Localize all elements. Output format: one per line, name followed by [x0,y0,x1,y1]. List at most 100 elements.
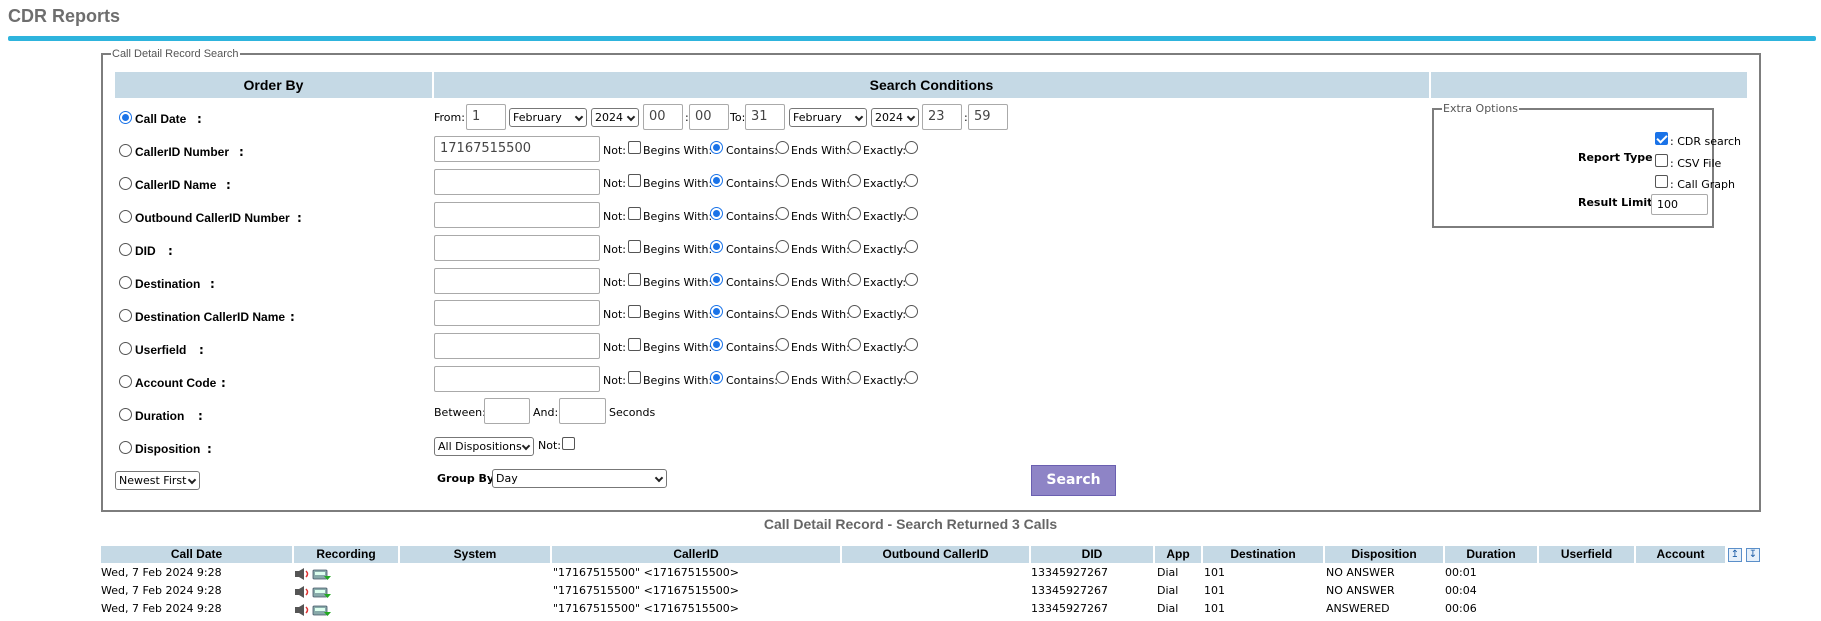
to-minute-input[interactable]: 59 [968,104,1008,130]
did-contains-radio[interactable] [710,240,723,253]
to-month-select[interactable]: February [789,108,867,127]
order-by-radio-call-date[interactable] [119,111,132,124]
order-by-radio-userfield[interactable] [119,342,132,355]
column-header-app[interactable]: App [1155,546,1201,563]
destination-callerid-name-not-checkbox[interactable] [628,305,641,318]
did-exactly-radio[interactable] [848,240,861,253]
userfield-input[interactable] [434,333,600,359]
callerid-name-input[interactable] [434,169,600,195]
outbound-callerid-number-exactly-radio[interactable] [848,207,861,220]
userfield-exactly-radio[interactable] [848,338,861,351]
did-not-checkbox[interactable] [628,240,641,253]
column-header-outbound-callerid[interactable]: Outbound CallerID [842,546,1029,563]
callerid-name-exactly-radio[interactable] [848,174,861,187]
column-header-call-date[interactable]: Call Date [101,546,292,563]
order-by-radio-account-code[interactable] [119,375,132,388]
download-icon[interactable] [312,569,331,580]
column-header-destination[interactable]: Destination [1203,546,1323,563]
order-by-radio-outbound-callerid-number[interactable] [119,210,132,223]
destination-input[interactable] [434,268,600,294]
destination-contains-radio[interactable] [710,273,723,286]
callerid-number-exactly-radio[interactable] [848,141,861,154]
sort-ascending-icon[interactable]: ↥ [1728,548,1742,562]
order-by-radio-destination-callerid-name[interactable] [119,309,132,322]
destination-callerid-name-exact-match-radio[interactable] [905,305,918,318]
column-header-userfield[interactable]: Userfield [1539,546,1634,563]
account-code-exactly-radio[interactable] [848,371,861,384]
destination-exactly-radio[interactable] [848,273,861,286]
callerid-name-ends-with-radio[interactable] [776,174,789,187]
did-input[interactable] [434,235,600,261]
userfield-ends-with-radio[interactable] [776,338,789,351]
column-header-disposition[interactable]: Disposition [1325,546,1443,563]
userfield-contains-radio[interactable] [710,338,723,351]
to-day-input[interactable]: 31 [745,104,785,130]
destination-callerid-name-ends-with-radio[interactable] [776,305,789,318]
search-button[interactable]: Search [1031,465,1116,496]
duration-min-input[interactable] [484,398,530,424]
callerid-number-contains-radio[interactable] [710,141,723,154]
report-type-checkbox-0[interactable] [1655,132,1668,145]
from-minute-input[interactable]: 00 [689,104,729,130]
from-day-input[interactable]: 1 [466,104,506,130]
account-code-not-checkbox[interactable] [628,371,641,384]
account-code-contains-radio[interactable] [710,371,723,384]
account-code-exact-match-radio[interactable] [905,371,918,384]
did-exact-match-radio[interactable] [905,240,918,253]
order-by-radio-callerid-name[interactable] [119,177,132,190]
callerid-number-input[interactable]: 17167515500 [434,136,600,162]
outbound-callerid-number-not-checkbox[interactable] [628,207,641,220]
destination-callerid-name-exactly-radio[interactable] [848,305,861,318]
destination-ends-with-radio[interactable] [776,273,789,286]
column-header-duration[interactable]: Duration [1445,546,1537,563]
outbound-callerid-number-contains-radio[interactable] [710,207,723,220]
report-type-checkbox-1[interactable] [1655,154,1668,167]
to-hour-input[interactable]: 23 [922,104,962,130]
account-code-input[interactable] [434,366,600,392]
destination-exact-match-radio[interactable] [905,273,918,286]
outbound-callerid-number-exact-match-radio[interactable] [905,207,918,220]
group-by-select[interactable]: Day [492,469,667,488]
callerid-number-ends-with-radio[interactable] [776,141,789,154]
sort-descending-icon[interactable]: ↧ [1746,548,1760,562]
destination-callerid-name-input[interactable] [434,300,600,326]
userfield-not-checkbox[interactable] [628,338,641,351]
outbound-callerid-number-ends-with-radio[interactable] [776,207,789,220]
speaker-icon[interactable] [295,604,309,616]
result-limit-input[interactable]: 100 [1651,194,1708,215]
download-icon[interactable] [312,605,331,616]
userfield-exact-match-radio[interactable] [905,338,918,351]
column-header-system[interactable]: System [400,546,550,563]
sort-order-select[interactable]: Newest First [115,471,200,490]
account-code-ends-with-radio[interactable] [776,371,789,384]
column-header-did[interactable]: DID [1031,546,1153,563]
callerid-number-not-checkbox[interactable] [628,141,641,154]
order-by-radio-duration[interactable] [119,408,132,421]
duration-max-input[interactable] [559,398,606,424]
from-month-select[interactable]: February [509,108,587,127]
report-type-checkbox-2[interactable] [1655,175,1668,188]
column-header-account[interactable]: Account [1636,546,1725,563]
order-by-radio-disposition[interactable] [119,441,132,454]
disposition-select[interactable]: All Dispositions [434,437,534,456]
order-by-radio-destination[interactable] [119,276,132,289]
order-by-radio-callerid-number[interactable] [119,144,132,157]
from-year-select[interactable]: 2024 [591,108,639,127]
to-year-select[interactable]: 2024 [871,108,919,127]
did-ends-with-radio[interactable] [776,240,789,253]
outbound-callerid-number-input[interactable] [434,202,600,228]
order-by-radio-did[interactable] [119,243,132,256]
download-icon[interactable] [312,587,331,598]
callerid-name-exact-match-radio[interactable] [905,174,918,187]
from-hour-input[interactable]: 00 [643,104,683,130]
disposition-not-checkbox[interactable] [562,437,575,450]
callerid-number-exact-match-radio[interactable] [905,141,918,154]
column-header-callerid[interactable]: CallerID [552,546,840,563]
callerid-name-not-checkbox[interactable] [628,174,641,187]
speaker-icon[interactable] [295,568,309,580]
speaker-icon[interactable] [295,586,309,598]
column-header-recording[interactable]: Recording [294,546,398,563]
destination-callerid-name-contains-radio[interactable] [710,305,723,318]
callerid-name-contains-radio[interactable] [710,174,723,187]
destination-not-checkbox[interactable] [628,273,641,286]
